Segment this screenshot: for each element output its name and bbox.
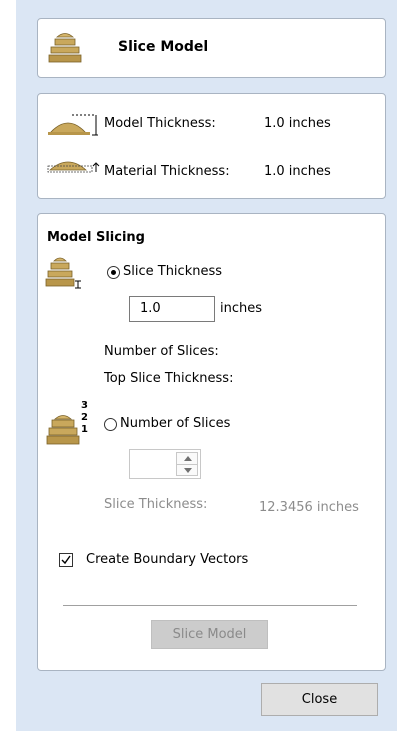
spinner-down-button[interactable]	[177, 464, 197, 476]
divider	[63, 605, 357, 606]
create-boundary-vectors-checkbox[interactable]	[59, 553, 73, 567]
create-boundary-vectors-label[interactable]: Create Boundary Vectors	[86, 552, 248, 567]
slice-thickness-radio[interactable]	[107, 266, 120, 279]
chevron-up-icon	[184, 456, 192, 461]
section-title: Model Slicing	[47, 230, 145, 245]
slice-number-2: 2	[81, 412, 88, 423]
number-of-slices-option-label[interactable]: Number of Slices	[120, 416, 230, 431]
spinner-buttons[interactable]	[176, 452, 198, 476]
chevron-down-icon	[184, 468, 192, 473]
dome-slice-icon	[48, 33, 82, 63]
slice-thickness-readout-label: Slice Thickness:	[104, 497, 208, 512]
page-title: Slice Model	[118, 39, 209, 55]
slice-number-1: 1	[81, 424, 88, 435]
material-thickness-icon	[47, 161, 100, 173]
checkmark-icon	[61, 555, 71, 565]
close-button[interactable]: Close	[261, 683, 378, 716]
slice-thickness-unit: inches	[220, 301, 263, 316]
number-of-slices-label: Number of Slices:	[104, 344, 219, 359]
slice-model-button[interactable]: Slice Model	[151, 620, 268, 649]
model-slicing-box: Model Slicing Slice Thickness 1.0 inches…	[37, 213, 386, 671]
model-thickness-icon	[48, 114, 98, 136]
number-of-slices-spinner[interactable]	[129, 449, 201, 479]
slice-thickness-input[interactable]: 1.0	[129, 296, 215, 322]
model-thickness-value: 1.0 inches	[264, 116, 331, 131]
material-thickness-label: Material Thickness:	[104, 164, 230, 179]
slice-thickness-icon	[45, 257, 81, 289]
number-of-slices-radio[interactable]	[104, 418, 117, 431]
model-thickness-label: Model Thickness:	[104, 116, 216, 131]
thickness-info-box: Model Thickness: 1.0 inches Material Thi…	[37, 93, 386, 199]
material-thickness-value: 1.0 inches	[264, 164, 331, 179]
spinner-up-button[interactable]	[177, 453, 197, 464]
slice-number-3: 3	[81, 400, 88, 411]
slice-thickness-readout-value: 12.3456 inches	[259, 500, 359, 515]
slice-thickness-option-label[interactable]: Slice Thickness	[123, 264, 222, 279]
header-box: Slice Model	[37, 18, 386, 78]
top-slice-thickness-label: Top Slice Thickness:	[104, 371, 234, 386]
